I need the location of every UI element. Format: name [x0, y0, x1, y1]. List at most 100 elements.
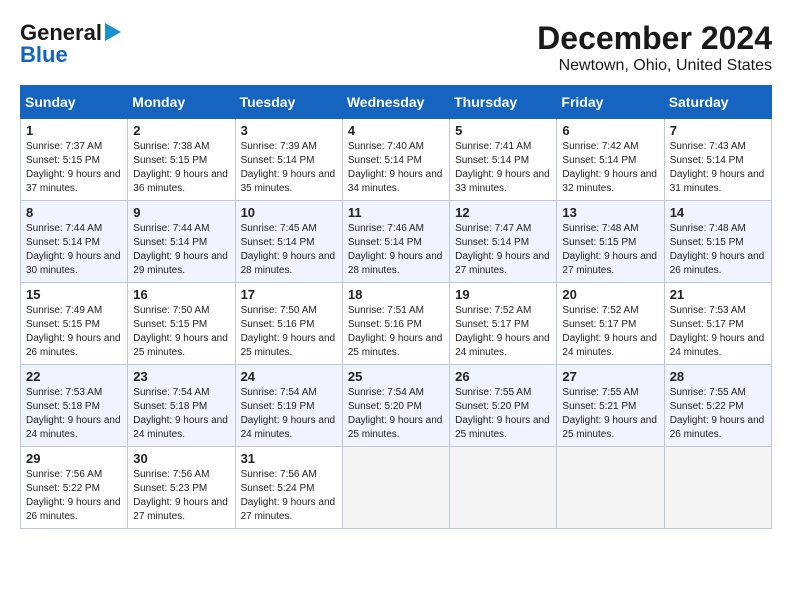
- title-section: December 2024 Newtown, Ohio, United Stat…: [537, 20, 772, 75]
- location-title: Newtown, Ohio, United States: [537, 57, 772, 75]
- day-info: Sunrise: 7:48 AMSunset: 5:15 PMDaylight:…: [562, 222, 658, 278]
- calendar-cell: [450, 447, 557, 529]
- day-number: 24: [241, 369, 337, 384]
- day-number: 12: [455, 205, 551, 220]
- day-number: 6: [562, 123, 658, 138]
- day-info: Sunrise: 7:55 AMSunset: 5:22 PMDaylight:…: [670, 386, 766, 442]
- day-number: 18: [348, 287, 444, 302]
- day-number: 11: [348, 205, 444, 220]
- calendar-week-row: 8 Sunrise: 7:44 AMSunset: 5:14 PMDaylight…: [21, 201, 772, 283]
- calendar-cell: 10 Sunrise: 7:45 AMSunset: 5:14 PMDayligh…: [235, 201, 342, 283]
- day-info: Sunrise: 7:54 AMSunset: 5:20 PMDaylight:…: [348, 386, 444, 442]
- day-header-monday: Monday: [128, 86, 235, 119]
- calendar-cell: 21 Sunrise: 7:53 AMSunset: 5:17 PMDayligh…: [664, 283, 771, 365]
- day-number: 26: [455, 369, 551, 384]
- calendar-cell: 2Sunrise: 7:38 AMSunset: 5:15 PMDaylight…: [128, 119, 235, 201]
- calendar-cell: 27 Sunrise: 7:55 AMSunset: 5:21 PMDayligh…: [557, 365, 664, 447]
- day-info: Sunrise: 7:52 AMSunset: 5:17 PMDaylight:…: [562, 304, 658, 360]
- calendar-header-row: SundayMondayTuesdayWednesdayThursdayFrid…: [21, 86, 772, 119]
- day-number: 19: [455, 287, 551, 302]
- calendar-cell: 24 Sunrise: 7:54 AMSunset: 5:19 PMDayligh…: [235, 365, 342, 447]
- day-number: 5: [455, 123, 551, 138]
- calendar-cell: 11 Sunrise: 7:46 AMSunset: 5:14 PMDayligh…: [342, 201, 449, 283]
- calendar-cell: 4 Sunrise: 7:40 AMSunset: 5:14 PMDaylight…: [342, 119, 449, 201]
- calendar-week-row: 29 Sunrise: 7:56 AMSunset: 5:22 PMDayligh…: [21, 447, 772, 529]
- logo-text-blue: Blue: [20, 42, 68, 68]
- day-info: Sunrise: 7:53 AMSunset: 5:18 PMDaylight:…: [26, 386, 122, 442]
- day-info: Sunrise: 7:56 AMSunset: 5:22 PMDaylight:…: [26, 468, 122, 524]
- day-number: 10: [241, 205, 337, 220]
- calendar-cell: 19 Sunrise: 7:52 AMSunset: 5:17 PMDayligh…: [450, 283, 557, 365]
- calendar-cell: 8Sunrise: 7:44 AMSunset: 5:14 PMDaylight…: [21, 201, 128, 283]
- day-number: 8: [26, 205, 122, 220]
- page-header: General Blue December 2024 Newtown, Ohio…: [20, 20, 772, 75]
- day-info: Sunrise: 7:53 AMSunset: 5:17 PMDaylight:…: [670, 304, 766, 360]
- day-info: Sunrise: 7:55 AMSunset: 5:20 PMDaylight:…: [455, 386, 551, 442]
- day-number: 9: [133, 205, 229, 220]
- day-header-tuesday: Tuesday: [235, 86, 342, 119]
- calendar-cell: [557, 447, 664, 529]
- day-number: 20: [562, 287, 658, 302]
- day-info: Sunrise: 7:44 AMSunset: 5:14 PMDaylight:…: [133, 222, 229, 278]
- calendar-cell: 28Sunrise: 7:55 AMSunset: 5:22 PMDayligh…: [664, 365, 771, 447]
- day-number: 13: [562, 205, 658, 220]
- calendar-cell: [342, 447, 449, 529]
- day-number: 7: [670, 123, 766, 138]
- calendar-cell: 18 Sunrise: 7:51 AMSunset: 5:16 PMDayligh…: [342, 283, 449, 365]
- day-info: Sunrise: 7:42 AMSunset: 5:14 PMDaylight:…: [562, 140, 658, 196]
- calendar-week-row: 22Sunrise: 7:53 AMSunset: 5:18 PMDayligh…: [21, 365, 772, 447]
- day-header-sunday: Sunday: [21, 86, 128, 119]
- day-number: 31: [241, 451, 337, 466]
- day-header-friday: Friday: [557, 86, 664, 119]
- calendar-cell: 9 Sunrise: 7:44 AMSunset: 5:14 PMDaylight…: [128, 201, 235, 283]
- calendar-cell: 12 Sunrise: 7:47 AMSunset: 5:14 PMDayligh…: [450, 201, 557, 283]
- calendar-cell: 5 Sunrise: 7:41 AMSunset: 5:14 PMDaylight…: [450, 119, 557, 201]
- day-number: 1: [26, 123, 122, 138]
- day-header-thursday: Thursday: [450, 86, 557, 119]
- day-number: 14: [670, 205, 766, 220]
- calendar-cell: 26 Sunrise: 7:55 AMSunset: 5:20 PMDayligh…: [450, 365, 557, 447]
- day-info: Sunrise: 7:45 AMSunset: 5:14 PMDaylight:…: [241, 222, 337, 278]
- calendar-cell: 3Sunrise: 7:39 AMSunset: 5:14 PMDaylight…: [235, 119, 342, 201]
- day-number: 21: [670, 287, 766, 302]
- day-number: 16: [133, 287, 229, 302]
- calendar-cell: 15 Sunrise: 7:49 AMSunset: 5:15 PMDayligh…: [21, 283, 128, 365]
- calendar-cell: 13 Sunrise: 7:48 AMSunset: 5:15 PMDayligh…: [557, 201, 664, 283]
- day-header-wednesday: Wednesday: [342, 86, 449, 119]
- logo: General Blue: [20, 20, 121, 68]
- day-number: 15: [26, 287, 122, 302]
- day-info: Sunrise: 7:56 AMSunset: 5:23 PMDaylight:…: [133, 468, 229, 524]
- day-number: 23: [133, 369, 229, 384]
- day-number: 27: [562, 369, 658, 384]
- calendar-cell: 14 Sunrise: 7:48 AMSunset: 5:15 PMDayligh…: [664, 201, 771, 283]
- calendar-cell: 20 Sunrise: 7:52 AMSunset: 5:17 PMDayligh…: [557, 283, 664, 365]
- day-number: 2: [133, 123, 229, 138]
- day-info: Sunrise: 7:49 AMSunset: 5:15 PMDaylight:…: [26, 304, 122, 360]
- day-number: 4: [348, 123, 444, 138]
- day-number: 3: [241, 123, 337, 138]
- calendar-cell: 22Sunrise: 7:53 AMSunset: 5:18 PMDayligh…: [21, 365, 128, 447]
- calendar-cell: 16 Sunrise: 7:50 AMSunset: 5:15 PMDayligh…: [128, 283, 235, 365]
- day-info: Sunrise: 7:47 AMSunset: 5:14 PMDaylight:…: [455, 222, 551, 278]
- day-number: 29: [26, 451, 122, 466]
- day-info: Sunrise: 7:46 AMSunset: 5:14 PMDaylight:…: [348, 222, 444, 278]
- calendar-cell: 23Sunrise: 7:54 AMSunset: 5:18 PMDayligh…: [128, 365, 235, 447]
- day-info: Sunrise: 7:40 AMSunset: 5:14 PMDaylight:…: [348, 140, 444, 196]
- day-info: Sunrise: 7:41 AMSunset: 5:14 PMDaylight:…: [455, 140, 551, 196]
- day-info: Sunrise: 7:51 AMSunset: 5:16 PMDaylight:…: [348, 304, 444, 360]
- calendar-cell: 29 Sunrise: 7:56 AMSunset: 5:22 PMDayligh…: [21, 447, 128, 529]
- month-title: December 2024: [537, 20, 772, 57]
- calendar-week-row: 1 Sunrise: 7:37 AMSunset: 5:15 PMDaylight…: [21, 119, 772, 201]
- day-info: Sunrise: 7:37 AMSunset: 5:15 PMDaylight:…: [26, 140, 122, 196]
- calendar-cell: 6 Sunrise: 7:42 AMSunset: 5:14 PMDaylight…: [557, 119, 664, 201]
- day-number: 30: [133, 451, 229, 466]
- day-info: Sunrise: 7:55 AMSunset: 5:21 PMDaylight:…: [562, 386, 658, 442]
- day-info: Sunrise: 7:54 AMSunset: 5:19 PMDaylight:…: [241, 386, 337, 442]
- day-number: 17: [241, 287, 337, 302]
- day-info: Sunrise: 7:50 AMSunset: 5:15 PMDaylight:…: [133, 304, 229, 360]
- calendar-table: SundayMondayTuesdayWednesdayThursdayFrid…: [20, 85, 772, 529]
- calendar-cell: 17Sunrise: 7:50 AMSunset: 5:16 PMDayligh…: [235, 283, 342, 365]
- day-info: Sunrise: 7:48 AMSunset: 5:15 PMDaylight:…: [670, 222, 766, 278]
- day-info: Sunrise: 7:52 AMSunset: 5:17 PMDaylight:…: [455, 304, 551, 360]
- calendar-cell: 30 Sunrise: 7:56 AMSunset: 5:23 PMDayligh…: [128, 447, 235, 529]
